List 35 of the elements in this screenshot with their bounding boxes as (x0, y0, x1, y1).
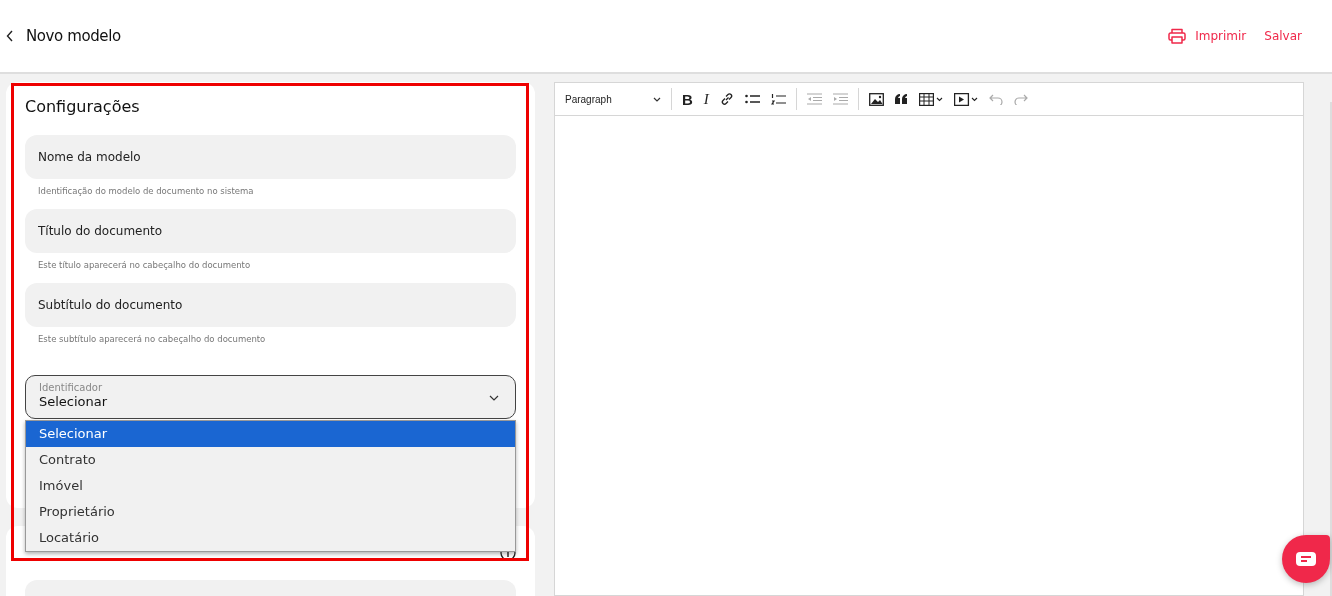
dropdown-option[interactable]: Locatário (26, 525, 515, 551)
table-icon (918, 92, 943, 106)
undo-icon (988, 93, 1003, 105)
text-field[interactable]: Título do documento (25, 209, 516, 253)
chevron-down-icon (489, 395, 499, 401)
dropdown-option[interactable]: Contrato (26, 447, 515, 473)
text-field[interactable]: Nome da modelo (25, 135, 516, 179)
numbered-list-icon (770, 92, 786, 106)
printer-icon (1168, 28, 1187, 44)
caret-icon (653, 96, 661, 102)
italic-button[interactable]: I (699, 87, 713, 111)
save-button[interactable]: Salvar (1264, 29, 1302, 43)
outdent-icon (806, 93, 822, 105)
print-button[interactable]: Imprimir (1168, 28, 1247, 44)
chat-icon (1296, 552, 1316, 566)
field-hint: Identificação do modelo de documento no sistema (37, 185, 255, 198)
field-hint: Este título aparecerá no cabeçalho do documento (37, 259, 252, 272)
dropdown-option[interactable]: Selecionar (26, 421, 515, 447)
redo-icon (1013, 93, 1028, 105)
back-icon[interactable] (6, 30, 14, 42)
paragraph-dropdown[interactable]: Paragraph (561, 93, 665, 105)
text-field[interactable]: Subtítulo do documento (25, 283, 516, 327)
select-field[interactable]: Identificador Selecionar (25, 375, 516, 419)
indent-icon (832, 93, 848, 105)
image-icon (868, 92, 884, 106)
quote-icon (894, 94, 908, 104)
bold-button[interactable]: B (678, 87, 697, 111)
dropdown-option[interactable]: Imóvel (26, 473, 515, 499)
dropdown-option[interactable]: Proprietário (26, 499, 515, 525)
section-title: Configurações (25, 97, 141, 116)
bulleted-list-icon (744, 93, 760, 105)
link-icon (719, 92, 734, 106)
field-hint: Este subtítulo aparecerá no cabeçalho do documento (37, 333, 267, 346)
page-title: Novo modelo (26, 27, 121, 45)
media-icon (953, 92, 978, 106)
